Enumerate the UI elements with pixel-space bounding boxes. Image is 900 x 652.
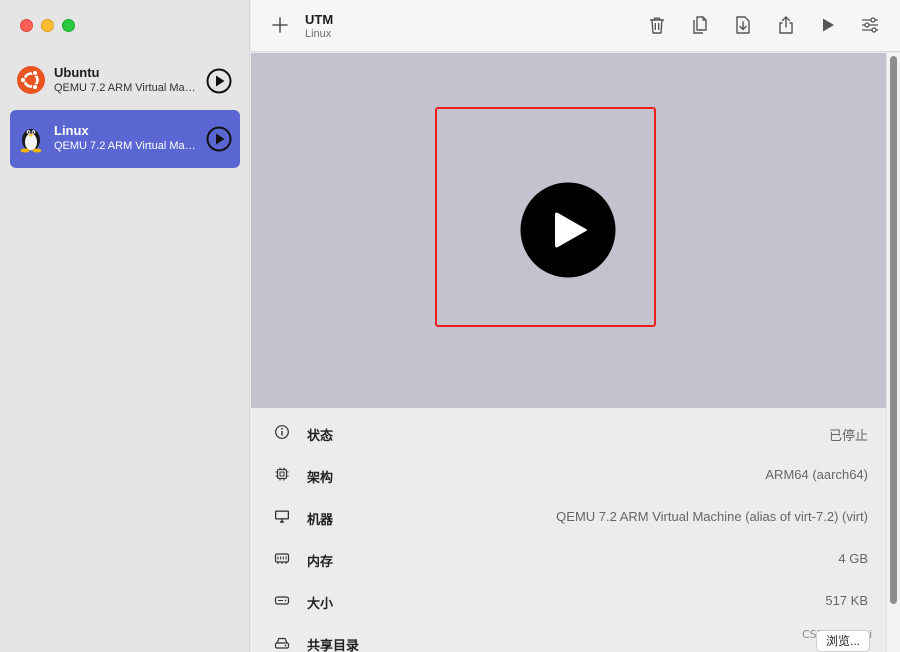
- detail-row-size: 大小 517 KB: [251, 578, 886, 620]
- monitor-icon: [275, 510, 289, 523]
- detail-row-memory: 内存 4 GB: [251, 536, 886, 578]
- ubuntu-logo-icon: [17, 66, 45, 94]
- vm-details: 状态 已停止 架构 ARM64 (aarch64) 机器 QEMU 7.2 AR…: [251, 408, 886, 652]
- detail-row-architecture: 架构 ARM64 (aarch64): [251, 452, 886, 494]
- drive-icon: [274, 596, 290, 605]
- vm-item-ubuntu[interactable]: Ubuntu QEMU 7.2 ARM Virtual Machine: [10, 52, 240, 110]
- window-controls: [20, 19, 75, 32]
- trash-icon[interactable]: [646, 14, 668, 36]
- detail-label: 内存: [307, 554, 334, 569]
- detail-value: 4 GB: [838, 551, 868, 566]
- detail-value: ARM64 (aarch64): [765, 467, 868, 482]
- info-icon: [275, 425, 289, 439]
- play-circle-icon[interactable]: [206, 68, 232, 94]
- vm-item-text: Ubuntu QEMU 7.2 ARM Virtual Machine: [54, 65, 199, 95]
- detail-label: 共享目录: [307, 638, 360, 652]
- vm-item-text: Linux QEMU 7.2 ARM Virtual Machine: [54, 123, 199, 153]
- start-vm-play-icon[interactable]: [520, 182, 616, 278]
- detail-row-shared-directory: 共享目录: [251, 620, 886, 652]
- utm-window: Ubuntu QEMU 7.2 ARM Virtual Machine Linu…: [0, 0, 900, 652]
- vm-name: Ubuntu: [54, 65, 100, 80]
- close-window-button[interactable]: [20, 19, 33, 32]
- download-icon[interactable]: [732, 14, 754, 36]
- detail-value: 已停止: [828, 428, 868, 443]
- scroll-thumb[interactable]: [890, 56, 897, 604]
- detail-label: 架构: [307, 470, 334, 485]
- vm-preview: [251, 53, 886, 408]
- vm-item-linux[interactable]: Linux QEMU 7.2 ARM Virtual Machine: [10, 110, 240, 168]
- minimize-window-button[interactable]: [41, 19, 54, 32]
- detail-label: 机器: [307, 512, 334, 527]
- sidebar: Ubuntu QEMU 7.2 ARM Virtual Machine Linu…: [0, 0, 250, 652]
- detail-label: 大小: [307, 596, 334, 611]
- vm-description: QEMU 7.2 ARM Virtual Machine: [54, 140, 199, 152]
- detail-row-status: 状态 已停止: [251, 410, 886, 452]
- settings-sliders-icon[interactable]: [859, 14, 881, 36]
- detail-label: 状态: [307, 428, 334, 443]
- window-subtitle: Linux: [305, 28, 332, 40]
- play-icon[interactable]: [817, 14, 839, 36]
- detail-value: 517 KB: [825, 593, 868, 608]
- detail-row-machine: 机器 QEMU 7.2 ARM Virtual Machine (alias o…: [251, 494, 886, 536]
- toolbar: UTM Linux: [251, 0, 900, 52]
- plus-icon[interactable]: [269, 14, 291, 36]
- copy-icon[interactable]: [689, 14, 711, 36]
- shared-drive-icon: [274, 637, 290, 649]
- play-circle-icon[interactable]: [206, 126, 232, 152]
- vm-name: Linux: [54, 123, 89, 138]
- tux-linux-icon: [20, 129, 42, 153]
- memory-icon: [274, 553, 290, 564]
- vm-description: QEMU 7.2 ARM Virtual Machine: [54, 82, 199, 94]
- browse-button[interactable]: 浏览...: [816, 630, 870, 652]
- cpu-icon: [275, 467, 289, 481]
- window-title: UTM: [305, 12, 334, 27]
- share-icon[interactable]: [775, 14, 797, 36]
- zoom-window-button[interactable]: [62, 19, 75, 32]
- scrollbar[interactable]: [886, 53, 900, 652]
- detail-value: QEMU 7.2 ARM Virtual Machine (alias of v…: [556, 509, 868, 524]
